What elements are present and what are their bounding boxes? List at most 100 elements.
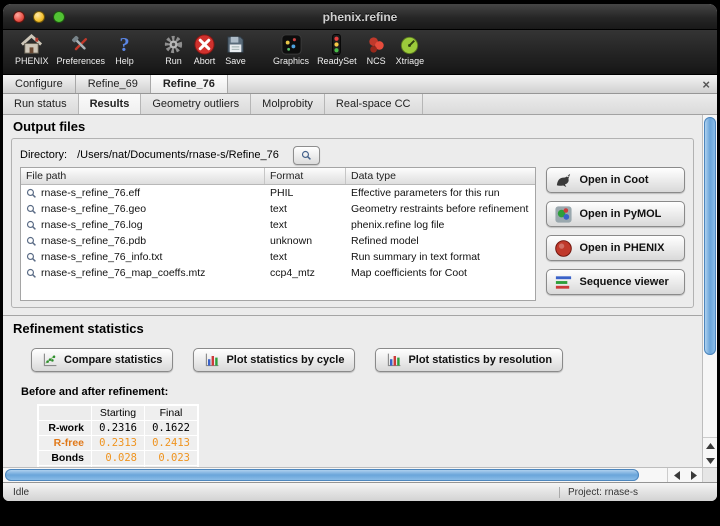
tab-label: Molprobity: [262, 98, 313, 110]
scroll-left-arrow[interactable]: [668, 468, 685, 482]
file-row[interactable]: rnase-s_refine_76_map_coeffs.mtz ccp4_mt…: [21, 265, 535, 281]
stat-label: Bonds: [39, 451, 91, 465]
zoom-window-button[interactable]: [53, 11, 65, 23]
toolbar-item-label: Help: [115, 56, 134, 66]
toolbar-item-phenix[interactable]: PHENIX: [11, 32, 53, 67]
horizontal-scrollbar[interactable]: [3, 467, 717, 482]
tab-close-icon[interactable]: ×: [702, 75, 710, 93]
minimize-window-button[interactable]: [33, 11, 45, 23]
file-row[interactable]: rnase-s_refine_76_info.txt text Run summ…: [21, 249, 535, 265]
file-type-cell: Refined model: [346, 235, 535, 247]
toolbar-item-xtriage[interactable]: Xtriage: [392, 32, 429, 67]
help-icon: ?: [113, 33, 136, 56]
sequence-icon: [554, 273, 573, 292]
file-format-cell: unknown: [265, 235, 346, 247]
tab-refine-76[interactable]: Refine_76: [151, 75, 228, 93]
file-name: rnase-s_refine_76.pdb: [41, 235, 146, 247]
file-name: rnase-s_refine_76.eff: [41, 187, 140, 199]
window-title: phenix.refine: [3, 10, 717, 24]
open-in-phenix-button[interactable]: Open in PHENIX: [546, 235, 685, 261]
stat-starting: 0.2313: [92, 436, 144, 450]
column-header-file-path[interactable]: File path: [21, 168, 265, 184]
file-name: rnase-s_refine_76_map_coeffs.mtz: [41, 267, 205, 279]
statistics-buttons: Compare statistics Plot statistics by cy…: [31, 348, 694, 372]
button-label: Open in PHENIX: [579, 242, 664, 254]
horizontal-scrollbar-thumb[interactable]: [5, 469, 639, 481]
scroll-right-arrow[interactable]: [685, 468, 702, 482]
file-type-cell: phenix.refine log file: [346, 219, 535, 231]
section-divider: [3, 315, 702, 316]
file-type-cell: Map coefficients for Coot: [346, 267, 535, 279]
bar-chart-icon: [386, 352, 402, 368]
tab-label: Refine_69: [88, 78, 138, 90]
title-bar: phenix.refine: [3, 4, 717, 30]
toolbar-item-readyset[interactable]: ReadySet: [313, 32, 361, 67]
stat-final: 0.1622: [145, 421, 197, 435]
project-label: Project: rnase-s: [559, 487, 717, 498]
tab-geometry-outliers[interactable]: Geometry outliers: [141, 94, 251, 114]
tab-label: Run status: [14, 98, 67, 110]
tab-run-status[interactable]: Run status: [3, 94, 79, 114]
toolbar-item-label: PHENIX: [15, 56, 49, 66]
toolbar-item-help[interactable]: ? Help: [109, 32, 140, 67]
open-in-pymol-button[interactable]: Open in PyMOL: [546, 201, 685, 227]
stats-header-row: Starting Final: [39, 406, 197, 420]
toolbar-item-label: Graphics: [273, 56, 309, 66]
column-header-data-type[interactable]: Data type: [346, 168, 535, 184]
tab-label: Real-space CC: [336, 98, 411, 110]
file-row[interactable]: rnase-s_refine_76.pdb unknown Refined mo…: [21, 233, 535, 249]
compare-statistics-button[interactable]: Compare statistics: [31, 348, 173, 372]
stats-row-bonds: Bonds 0.028 0.023: [39, 451, 197, 465]
file-row[interactable]: rnase-s_refine_76.eff PHIL Effective par…: [21, 185, 535, 201]
close-window-button[interactable]: [13, 11, 25, 23]
sequence-viewer-button[interactable]: Sequence viewer: [546, 269, 685, 295]
tab-molprobity[interactable]: Molprobity: [251, 94, 325, 114]
output-files-title: Output files: [13, 119, 694, 134]
browse-directory-button[interactable]: [293, 146, 320, 165]
toolbar-item-label: Abort: [194, 56, 216, 66]
toolbar-item-ncs[interactable]: NCS: [361, 32, 392, 67]
plot-by-resolution-button[interactable]: Plot statistics by resolution: [375, 348, 563, 372]
scrollbar-corner: [702, 468, 717, 482]
results-panel: Output files Directory: /Users/nat/Docum…: [3, 115, 702, 467]
vertical-scrollbar-thumb[interactable]: [704, 117, 716, 355]
toolbar-item-save[interactable]: Save: [220, 32, 251, 67]
toolbar-item-preferences[interactable]: Preferences: [53, 32, 110, 67]
stat-final: 0.023: [145, 451, 197, 465]
magnifier-icon: [26, 204, 37, 215]
tools-icon: [69, 33, 92, 56]
file-format-cell: text: [265, 251, 346, 263]
toolbar-item-run[interactable]: Run: [158, 32, 189, 67]
open-in-coot-button[interactable]: Open in Coot: [546, 167, 685, 193]
horizontal-scrollbar-track[interactable]: [3, 468, 667, 482]
vertical-scrollbar[interactable]: [702, 115, 717, 467]
status-bar: Idle Project: rnase-s: [3, 482, 717, 501]
pymol-icon: [554, 205, 573, 224]
tab-refine-69[interactable]: Refine_69: [76, 75, 151, 93]
toolbar-item-label: ReadySet: [317, 56, 357, 66]
file-name: rnase-s_refine_76_info.txt: [41, 251, 162, 263]
refinement-stats-table: Starting Final R-work 0.2316 0.1622 R-fr…: [37, 404, 199, 467]
file-format-cell: ccp4_mtz: [265, 267, 346, 279]
tab-configure[interactable]: Configure: [3, 75, 76, 93]
file-path-cell: rnase-s_refine_76_info.txt: [21, 251, 265, 263]
traffic-lights: [3, 11, 65, 23]
plot-by-cycle-button[interactable]: Plot statistics by cycle: [193, 348, 355, 372]
toolbar-item-label: NCS: [367, 56, 386, 66]
stats-col-final: Final: [145, 406, 197, 420]
button-label: Plot statistics by cycle: [226, 354, 344, 366]
tab-label: Refine_76: [163, 78, 215, 90]
file-row[interactable]: rnase-s_refine_76.geo text Geometry rest…: [21, 201, 535, 217]
column-header-format[interactable]: Format: [265, 168, 346, 184]
button-label: Sequence viewer: [579, 276, 668, 288]
file-row[interactable]: rnase-s_refine_76.log text phenix.refine…: [21, 217, 535, 233]
file-name: rnase-s_refine_76.geo: [41, 203, 146, 215]
table-header: File path Format Data type: [21, 168, 535, 185]
scroll-down-arrow[interactable]: [703, 453, 717, 468]
toolbar-item-abort[interactable]: Abort: [189, 32, 220, 67]
tab-results[interactable]: Results: [79, 94, 142, 114]
toolbar-item-graphics[interactable]: Graphics: [269, 32, 313, 67]
scroll-up-arrow[interactable]: [703, 438, 717, 453]
tab-real-space-cc[interactable]: Real-space CC: [325, 94, 423, 114]
phenix-icon: [554, 239, 573, 258]
